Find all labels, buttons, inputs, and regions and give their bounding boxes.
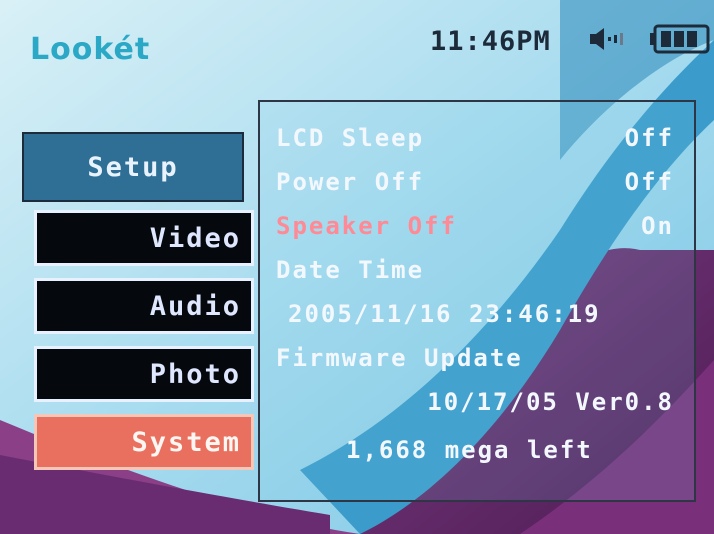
firmware-version-value: 10/17/05 Ver0.8 — [427, 388, 674, 416]
clock-display: 11:46PM — [430, 26, 551, 57]
power-off-value[interactable]: Off — [625, 168, 674, 196]
lcd-sleep-value[interactable]: Off — [625, 124, 674, 152]
brand-logo: Lookét — [30, 32, 151, 67]
date-time-label[interactable]: Date Time — [276, 256, 424, 284]
setup-header: Setup — [22, 132, 244, 202]
system-settings-panel: LCD Sleep Off Power Off Off Speaker Off … — [258, 100, 696, 502]
speaker-off-value[interactable]: On — [641, 212, 674, 240]
speaker-off-label[interactable]: Speaker Off — [276, 212, 457, 240]
date-time-value[interactable]: 2005/11/16 23:46:19 — [288, 300, 601, 328]
menu-item-photo[interactable]: Photo — [34, 346, 254, 402]
status-bar: Lookét 11:46PM — [0, 0, 714, 86]
storage-remaining: 1,668 mega left — [346, 436, 593, 464]
lcd-sleep-label[interactable]: LCD Sleep — [276, 124, 424, 152]
device-screen: Lookét 11:46PM Setup Video Audio Photo S… — [0, 0, 714, 534]
speaker-icon — [590, 28, 623, 50]
power-off-label[interactable]: Power Off — [276, 168, 424, 196]
menu-item-audio[interactable]: Audio — [34, 278, 254, 334]
battery-icon — [650, 24, 710, 54]
menu-item-video[interactable]: Video — [34, 210, 254, 266]
firmware-update-label[interactable]: Firmware Update — [276, 344, 523, 372]
menu-item-system[interactable]: System — [34, 414, 254, 470]
